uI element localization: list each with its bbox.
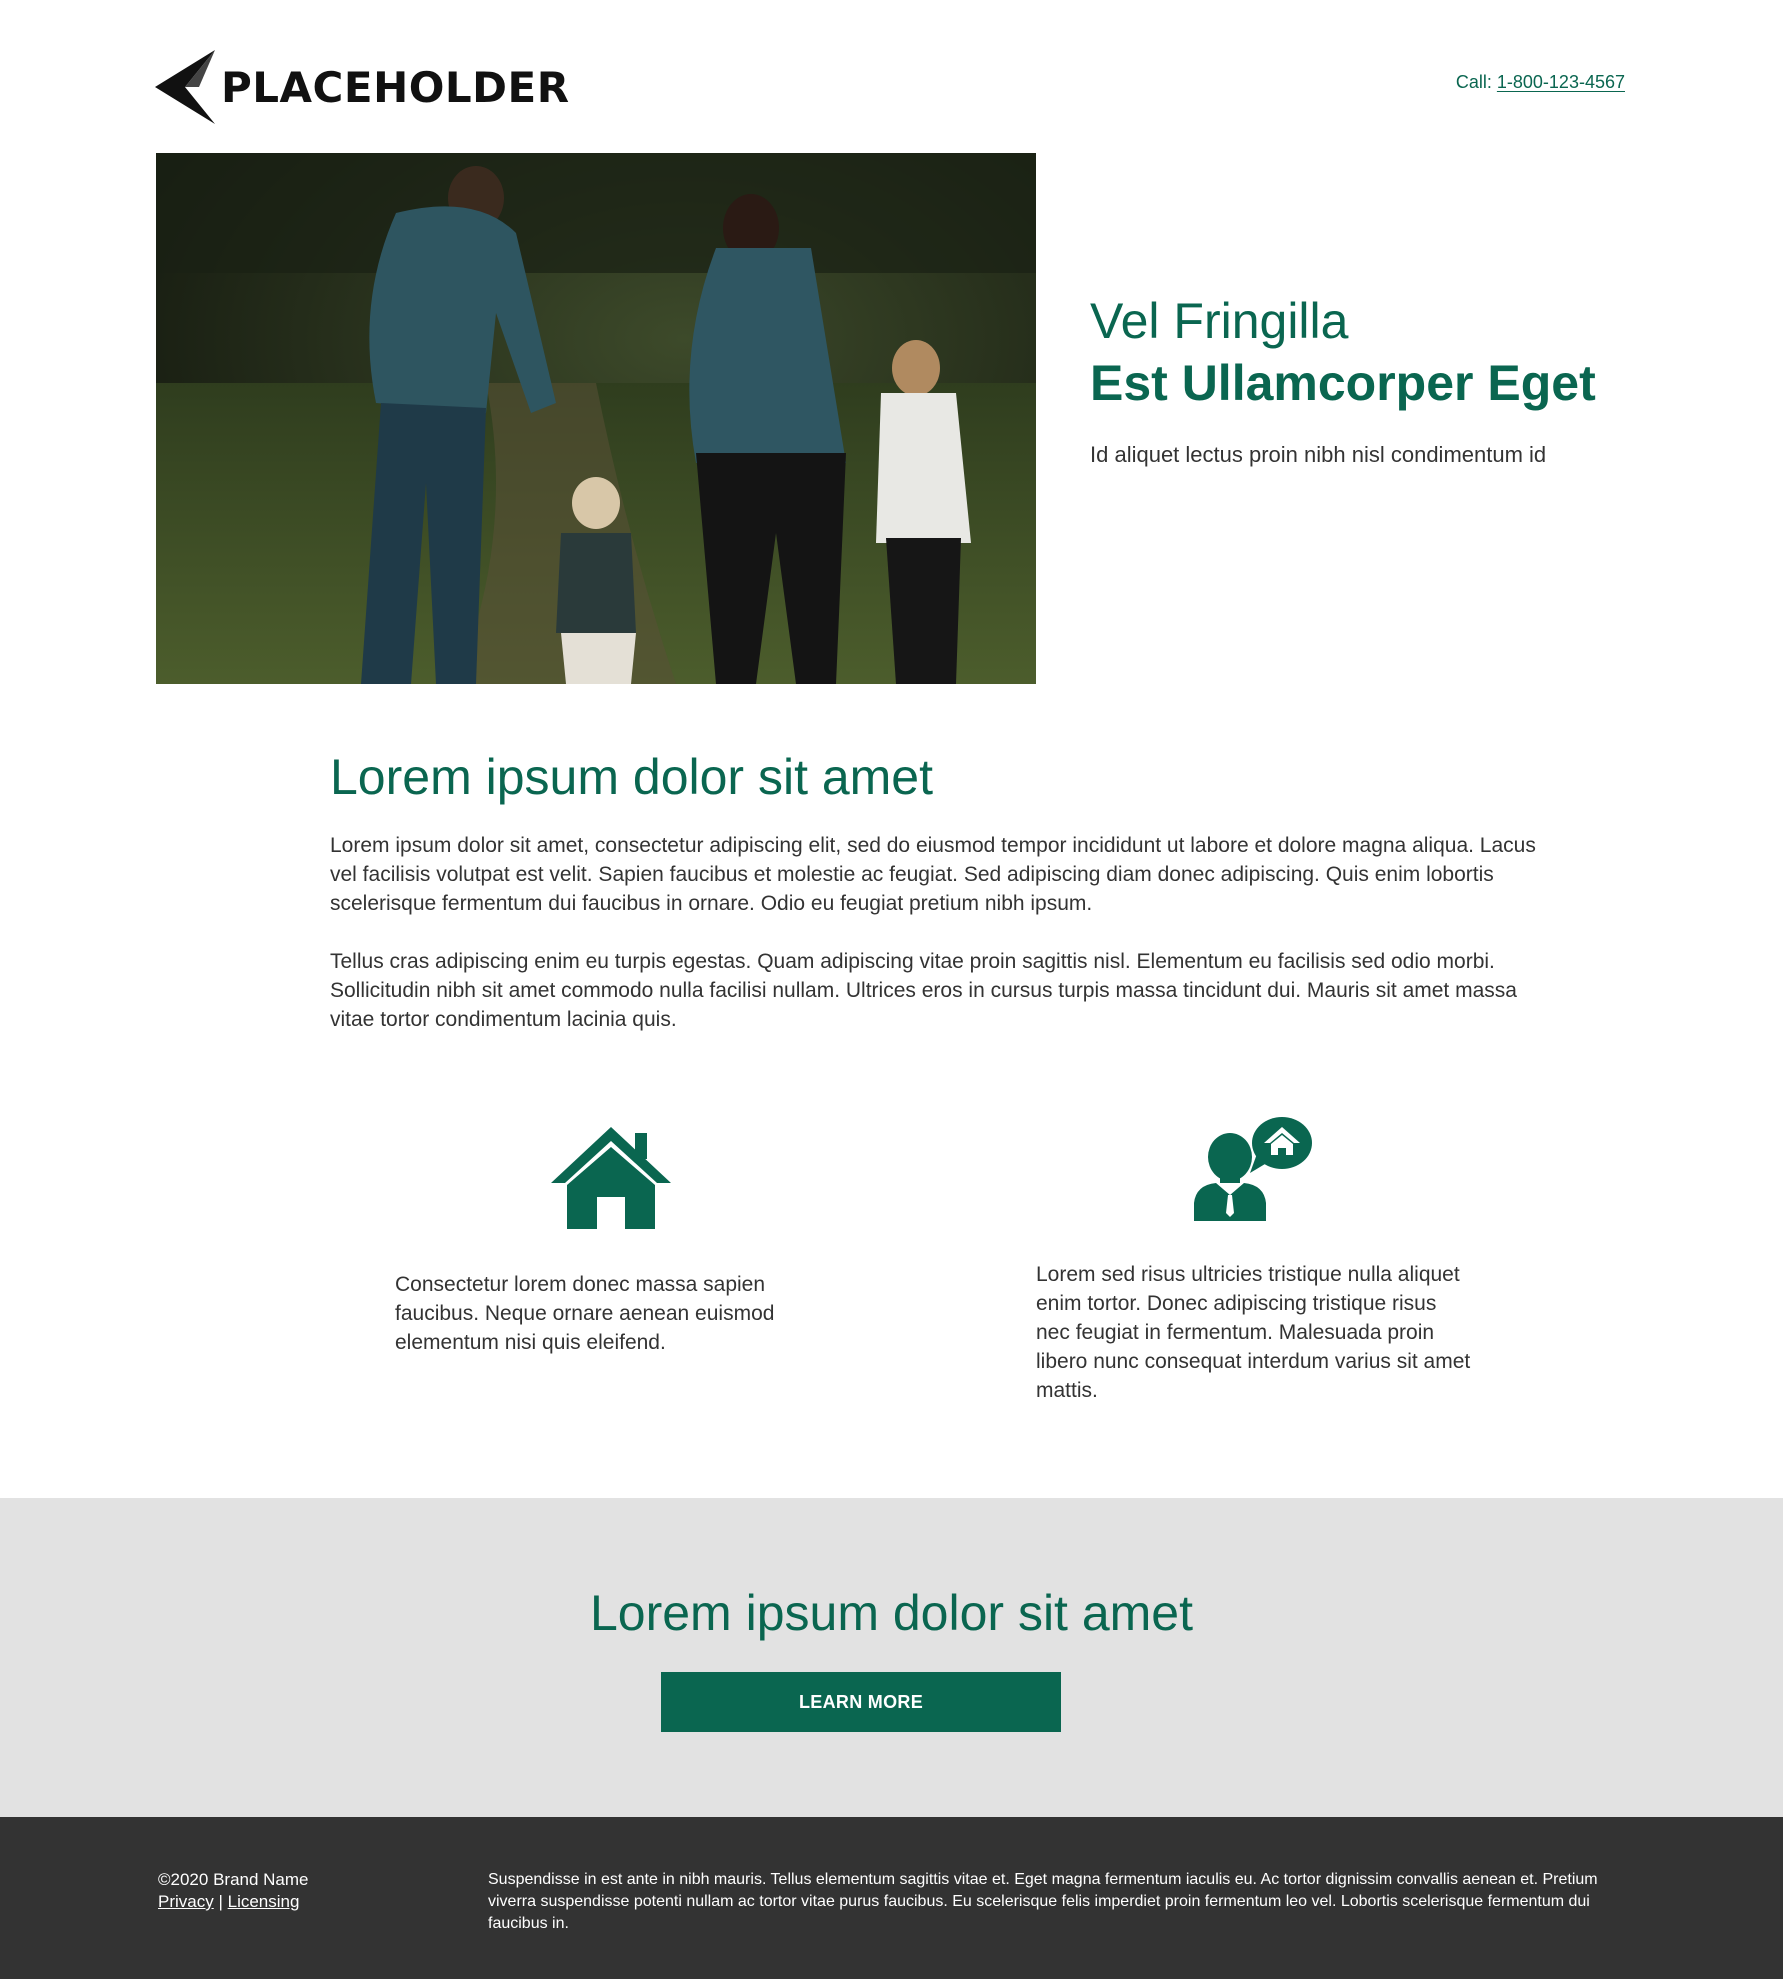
hero-subtitle: Id aliquet lectus proin nibh nisl condim… [1090,442,1547,467]
house-icon [551,1125,671,1234]
paper-plane-logo-icon [155,49,215,124]
site-header: PLACEHOLDER Call: 1-800-123-4567 [0,0,1783,150]
call-label: Call: [1455,72,1492,92]
hero-text-block: Vel Fringilla Est Ullamcorper Eget Id al… [1090,290,1650,468]
privacy-link[interactable]: Privacy [158,1892,214,1911]
hero-title-line2: Est Ullamcorper Eget [1090,355,1596,411]
cta-heading: Lorem ipsum dolor sit amet [589,1585,1193,1641]
feature-agent-text: Lorem sed risus ultricies tristique null… [1036,1263,1471,1402]
intro-heading: Lorem ipsum dolor sit amet [330,749,934,805]
footer-disclaimer: Suspendisse in est ante in nibh mauris. … [488,1871,1598,1932]
hero-family-photo [156,153,1036,684]
footer-legal: ©2020 Brand Name Privacy | Licensing [158,1869,309,1913]
logo-wordmark: PLACEHOLDER [221,63,570,112]
feature-house-text: Consectetur lorem donec massa sapien fau… [395,1273,775,1354]
cta-section: Lorem ipsum dolor sit amet LEARN MORE [0,1498,1783,1817]
brand-logo[interactable]: PLACEHOLDER [155,49,570,125]
site-footer: ©2020 Brand Name Privacy | Licensing Sus… [0,1817,1783,1979]
phone-link[interactable]: 1-800-123-4567 [1497,72,1625,92]
family-walking-image [156,153,1036,684]
hero-title-line1: Vel Fringilla [1090,293,1349,349]
intro-section: Lorem ipsum dolor sit amet Lorem ipsum d… [330,745,1560,1034]
agent-house-speech-icon [1192,1115,1314,1226]
intro-paragraph-1: Lorem ipsum dolor sit amet, consectetur … [330,834,1536,915]
call-info: Call: 1-800-123-4567 [1456,72,1625,93]
learn-more-button[interactable]: LEARN MORE [661,1672,1061,1732]
footer-separator: | [218,1892,223,1911]
intro-paragraph-2: Tellus cras adipiscing enim eu turpis eg… [330,950,1517,1031]
footer-copyright: ©2020 Brand Name [158,1870,309,1889]
licensing-link[interactable]: Licensing [228,1892,300,1911]
